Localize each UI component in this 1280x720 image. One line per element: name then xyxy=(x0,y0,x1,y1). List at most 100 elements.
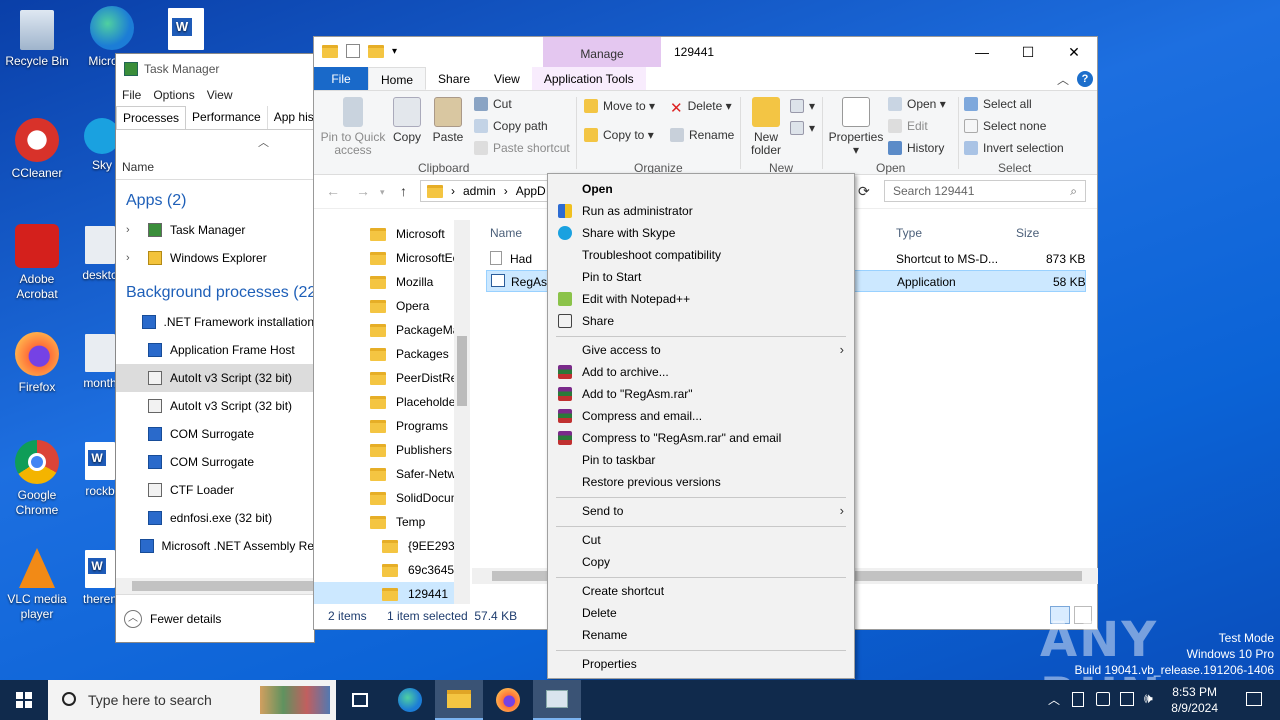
column-header-type[interactable]: Type xyxy=(896,226,922,240)
taskbar-file-explorer[interactable] xyxy=(435,680,483,720)
menu-item-create-shortcut[interactable]: Create shortcut xyxy=(548,580,854,602)
copy-path-button[interactable]: Copy path xyxy=(474,119,548,133)
taskbar-firefox[interactable] xyxy=(484,680,532,720)
volume-icon[interactable]: 🕪 xyxy=(1144,690,1153,707)
easy-access-icon[interactable]: ▾ xyxy=(790,121,815,135)
menu-item-properties[interactable]: Properties xyxy=(548,653,854,675)
nav-folder[interactable]: PackageMa xyxy=(314,318,470,342)
menu-item-add-archive[interactable]: Add to archive... xyxy=(548,361,854,383)
process-row[interactable]: › Task Manager xyxy=(116,216,314,244)
nav-folder[interactable]: Publishers xyxy=(314,438,470,462)
expand-chevron-icon[interactable]: › xyxy=(126,252,142,264)
nav-folder-selected[interactable]: 129441 xyxy=(314,582,470,604)
process-row[interactable]: CTF Loader xyxy=(116,476,314,504)
refresh-icon[interactable]: ⟳ xyxy=(858,183,870,200)
menu-item-compress-rar-email[interactable]: Compress to "RegAsm.rar" and email xyxy=(548,427,854,449)
task-manager-titlebar[interactable]: Task Manager xyxy=(116,54,314,84)
menu-item-delete[interactable]: Delete xyxy=(548,602,854,624)
select-all-button[interactable]: Select all xyxy=(964,97,1032,111)
pin-quick-access-button[interactable]: Pin to Quick access xyxy=(318,97,388,157)
taskbar-edge[interactable] xyxy=(386,680,434,720)
desktop-icon-google-chrome[interactable]: Google Chrome xyxy=(1,440,73,518)
properties-quick-icon[interactable] xyxy=(346,44,360,58)
edit-button[interactable]: Edit xyxy=(888,119,928,133)
desktop-icon-recycle-bin[interactable]: Recycle Bin xyxy=(1,10,73,69)
menu-item-give-access[interactable]: Give access to › xyxy=(548,339,854,361)
nav-folder[interactable]: MicrosoftEc xyxy=(314,246,470,270)
chevron-right-icon[interactable]: › xyxy=(504,184,508,198)
desktop-icon-firefox[interactable]: Firefox xyxy=(1,332,73,395)
device-icon[interactable] xyxy=(1096,692,1110,706)
column-header-name[interactable]: Name xyxy=(490,226,522,240)
recent-chevron-icon[interactable]: ▾ xyxy=(380,187,385,198)
nav-folder[interactable]: 69c36458f xyxy=(314,558,470,582)
desktop-icon-month-file[interactable]: month xyxy=(80,334,120,391)
menu-item-run-as-admin[interactable]: Run as administrator xyxy=(548,200,854,222)
menu-item-send-to[interactable]: Send to › xyxy=(548,500,854,522)
process-row[interactable]: ednfosi.exe (32 bit) xyxy=(116,504,314,532)
process-row[interactable]: .NET Framework installation xyxy=(116,308,314,336)
nav-folder[interactable]: Microsoft xyxy=(314,222,470,246)
nav-folder[interactable]: SolidDocum xyxy=(314,486,470,510)
chevron-right-icon[interactable]: › xyxy=(451,184,455,198)
column-header-size[interactable]: Size xyxy=(1016,226,1039,240)
breadcrumb-appdata[interactable]: AppD xyxy=(516,184,546,198)
nav-folder[interactable]: Mozilla xyxy=(314,270,470,294)
scrollbar-thumb[interactable] xyxy=(457,336,467,406)
minimize-icon[interactable]: — xyxy=(959,37,1005,67)
tab-share[interactable]: Share xyxy=(426,67,482,90)
column-name[interactable]: Name xyxy=(122,160,154,174)
process-row[interactable]: COM Surrogate xyxy=(116,420,314,448)
up-arrow-icon[interactable]: ↑ xyxy=(400,183,407,199)
manage-context-tab[interactable]: Manage xyxy=(543,37,661,67)
process-row[interactable]: AutoIt v3 Script (32 bit) xyxy=(116,364,314,392)
menu-item-troubleshoot[interactable]: Troubleshoot compatibility xyxy=(548,244,854,266)
tab-app-history[interactable]: App histo xyxy=(268,106,314,129)
chevron-up-circle-icon[interactable]: ︿ xyxy=(124,609,142,628)
breadcrumb-admin[interactable]: admin xyxy=(463,184,496,198)
clock[interactable]: 8:53 PM 8/9/2024 xyxy=(1171,684,1218,716)
tab-performance[interactable]: Performance xyxy=(186,106,268,129)
collapse-ribbon-icon[interactable]: ︿ xyxy=(1057,71,1069,88)
menu-item-restore-versions[interactable]: Restore previous versions xyxy=(548,471,854,493)
nav-folder[interactable]: Placeholder xyxy=(314,390,470,414)
sort-chevron-up-icon[interactable]: ︿ xyxy=(258,134,269,150)
menu-item-pin-taskbar[interactable]: Pin to taskbar xyxy=(548,449,854,471)
vertical-scrollbar[interactable] xyxy=(454,220,470,604)
menu-item-open[interactable]: Open xyxy=(548,178,854,200)
copy-to-button[interactable]: Copy to ▾ xyxy=(584,128,654,142)
network-icon[interactable] xyxy=(1120,692,1134,706)
tab-view[interactable]: View xyxy=(482,67,532,90)
expand-chevron-icon[interactable]: › xyxy=(126,224,142,236)
properties-button[interactable]: Properties ▾ xyxy=(828,97,884,157)
menu-item-rename[interactable]: Rename xyxy=(548,624,854,646)
back-arrow-icon[interactable]: ← xyxy=(326,183,340,199)
taskbar-search-box[interactable]: Type here to search xyxy=(48,680,336,720)
forward-arrow-icon[interactable]: → xyxy=(356,183,370,199)
fewer-details-link[interactable]: Fewer details xyxy=(150,612,221,626)
menu-view[interactable]: View xyxy=(207,88,233,102)
menu-options[interactable]: Options xyxy=(153,88,194,102)
desktop-icon-theren[interactable]: W theren xyxy=(80,550,120,607)
open-button[interactable]: Open ▾ xyxy=(888,97,946,111)
menu-item-share-skype[interactable]: Share with Skype xyxy=(548,222,854,244)
explorer-titlebar[interactable]: ▾ Manage 129441 — ☐ ✕ xyxy=(314,37,1097,67)
copy-button[interactable]: Copy xyxy=(390,97,424,144)
tab-processes[interactable]: Processes xyxy=(116,106,187,129)
cut-button[interactable]: Cut xyxy=(474,97,512,111)
desktop-icon-word-doc[interactable]: W xyxy=(150,8,222,54)
start-button[interactable] xyxy=(0,680,48,720)
nav-folder[interactable]: Packages xyxy=(314,342,470,366)
process-row[interactable]: COM Surrogate xyxy=(116,448,314,476)
task-view-button[interactable] xyxy=(336,680,384,720)
tablet-icon[interactable] xyxy=(1072,692,1084,707)
nav-folder[interactable]: PeerDistRep xyxy=(314,366,470,390)
paste-button[interactable]: Paste xyxy=(431,97,465,144)
customize-toolbar-icon[interactable]: ▾ xyxy=(392,46,397,57)
rename-button[interactable]: Rename xyxy=(670,128,734,142)
menu-item-copy[interactable]: Copy xyxy=(548,551,854,573)
tab-home[interactable]: Home xyxy=(368,67,427,90)
delete-button[interactable]: ✕ Delete ▾ xyxy=(670,99,732,117)
new-item-icon[interactable]: ▾ xyxy=(790,99,815,113)
menu-item-compress-email[interactable]: Compress and email... xyxy=(548,405,854,427)
